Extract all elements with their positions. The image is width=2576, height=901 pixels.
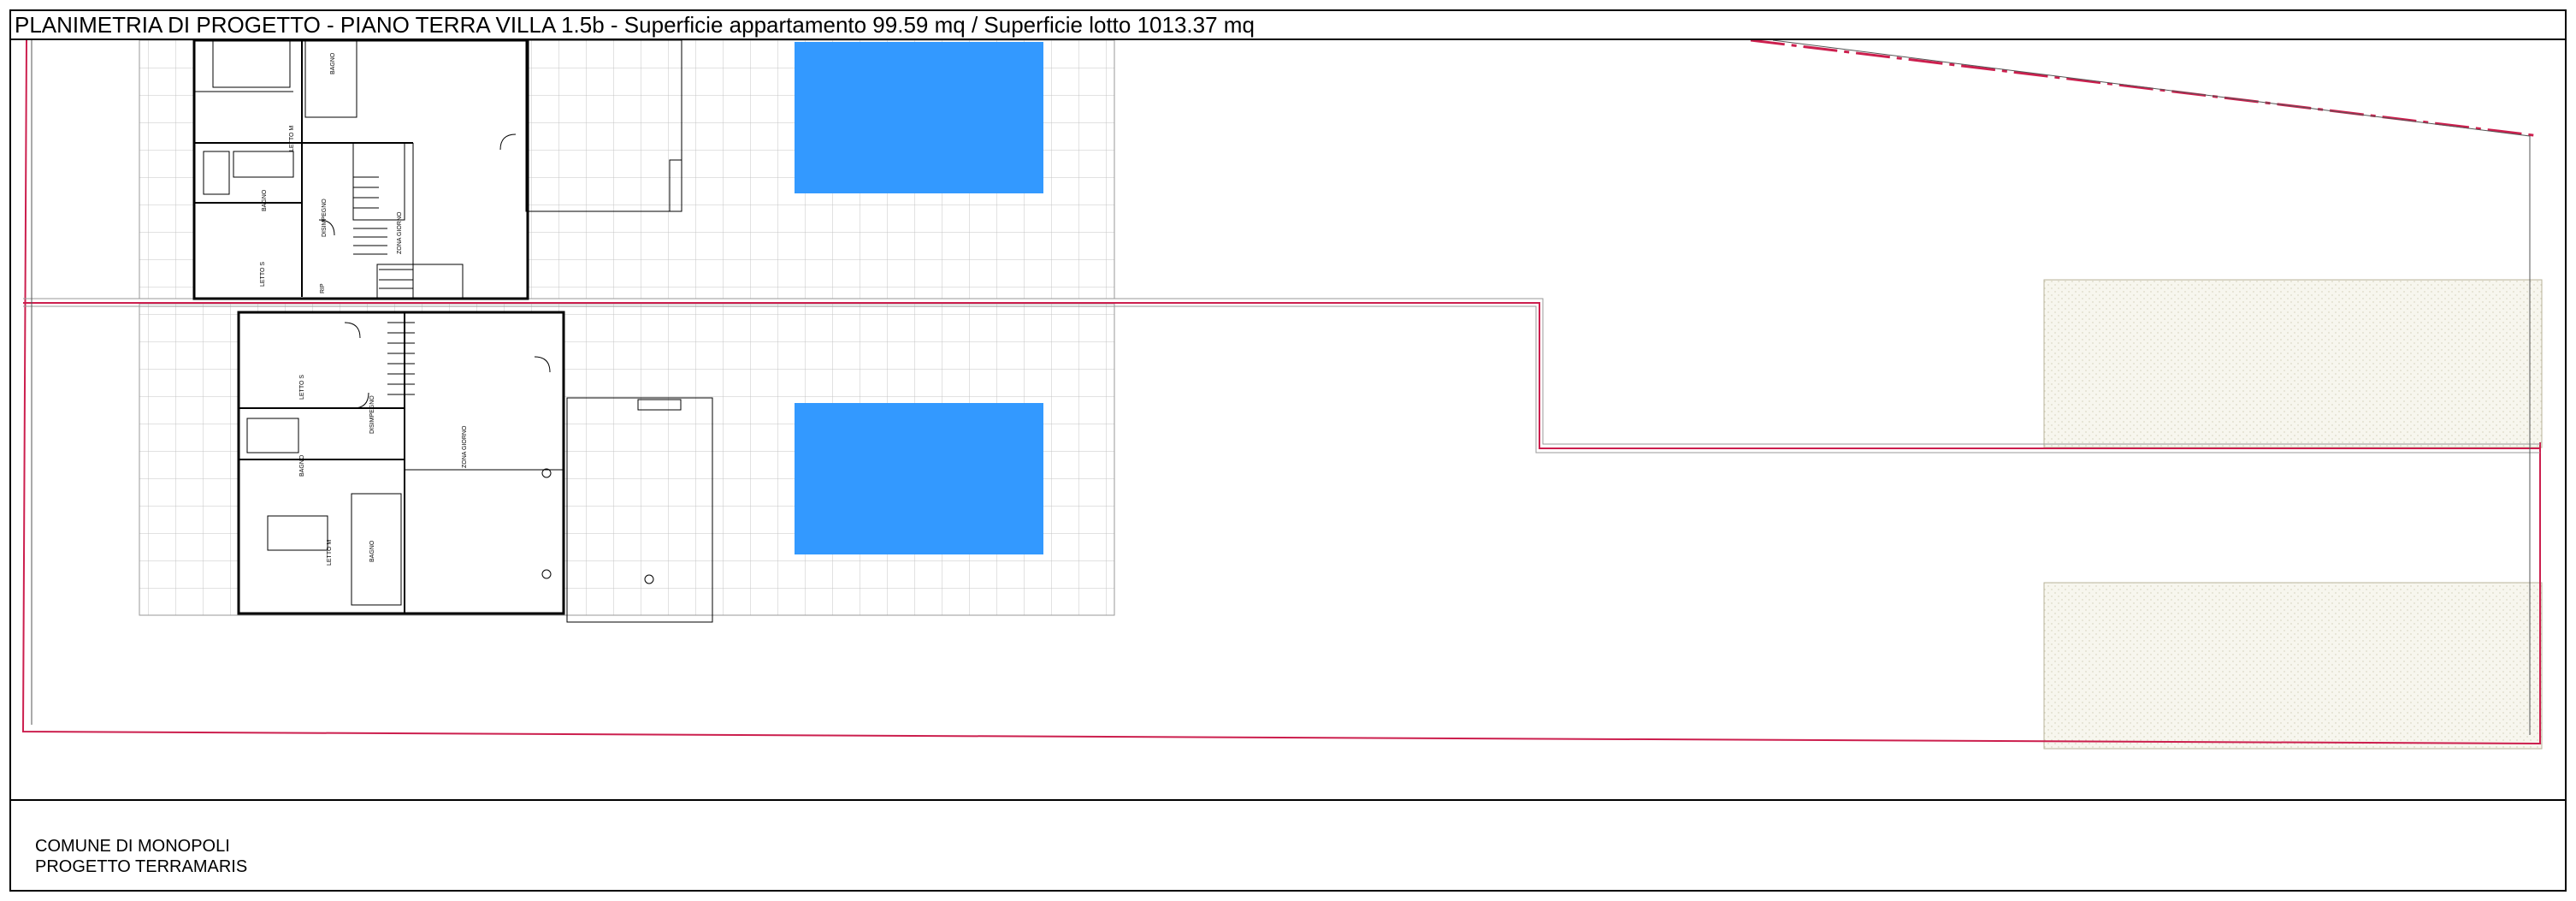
garden-bed-upper — [2043, 279, 2543, 448]
room-label-zona-giorno-upper: ZONA GIORNO — [397, 211, 403, 254]
villa-unit-lower — [237, 311, 565, 615]
page-title: PLANIMETRIA DI PROGETTO - PIANO TERRA VI… — [15, 12, 1255, 38]
room-label-bagno-lower-a: BAGNO — [299, 454, 305, 477]
room-label-letto-s-lower: LETTO S — [299, 375, 305, 400]
room-label-letto-s-upper: LETTO S — [260, 262, 266, 287]
title-block: COMUNE DI MONOPOLI PROGETTO TERRAMARIS — [11, 799, 2565, 890]
project-name-label: PROGETTO TERRAMARIS — [35, 857, 248, 876]
pool-upper — [795, 42, 1043, 193]
room-label-bagno-upper-b: BAGNO — [262, 189, 268, 211]
floor-plan-area: LETTO M BAGNO BAGNO DISIMPEGNO LETTO S R… — [11, 39, 2565, 799]
drawing-sheet: PLANIMETRIA DI PROGETTO - PIANO TERRA VI… — [9, 9, 2567, 892]
room-label-disimpegno-lower: DISIMPEGNO — [369, 395, 375, 434]
title-bar: PLANIMETRIA DI PROGETTO - PIANO TERRA VI… — [11, 11, 2565, 40]
municipality-label: COMUNE DI MONOPOLI — [35, 837, 230, 856]
room-label-zona-giorno-lower: ZONA GIORNO — [462, 425, 468, 468]
villa-unit-upper — [192, 39, 529, 300]
room-label-bagno-lower-b: BAGNO — [369, 540, 375, 562]
pool-lower — [795, 403, 1043, 554]
room-label-letto-m-upper: LETTO M — [289, 126, 295, 151]
room-label-disimpegno-upper: DISIMPEGNO — [322, 199, 328, 237]
garden-bed-lower — [2043, 582, 2543, 750]
room-label-letto-m-lower: LETTO M — [327, 540, 333, 566]
room-label-bagno-upper-a: BAGNO — [330, 52, 336, 74]
room-label-rip-upper: RIP — [320, 283, 326, 293]
floor-plan-svg: LETTO M BAGNO BAGNO DISIMPEGNO LETTO S R… — [21, 39, 2543, 750]
